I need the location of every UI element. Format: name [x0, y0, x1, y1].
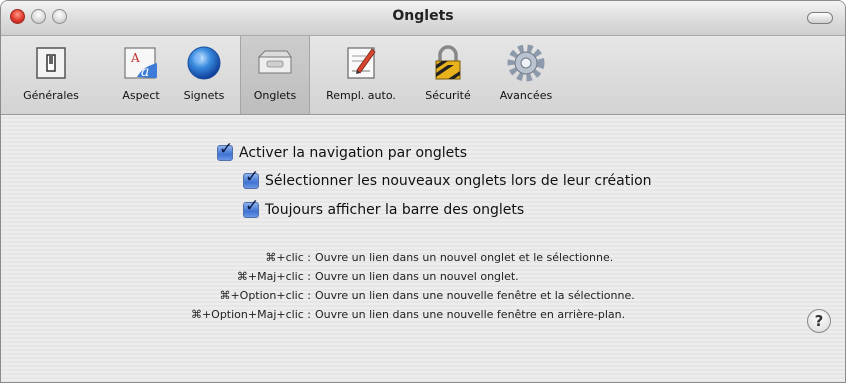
shortcut-row: ⌘+Option+Maj+clic : Ouvre un lien dans u…: [1, 308, 845, 324]
toolbar-label: Signets: [183, 89, 225, 102]
toolbar-label: Rempl. auto.: [326, 89, 396, 102]
gear-icon: [506, 43, 546, 83]
toolbar-label: Sécurité: [425, 89, 471, 102]
pencil-form-icon: [341, 43, 381, 83]
always-show-tab-bar-label: Toujours afficher la barre des onglets: [265, 202, 525, 218]
shortcut-description: Ouvre un lien dans un nouvel onglet et l…: [315, 251, 614, 264]
tabs-icon: [255, 43, 295, 83]
shortcut-keys: ⌘+Maj+clic :: [236, 270, 311, 283]
shortcut-row: ⌘+Maj+clic : Ouvre un lien dans un nouve…: [1, 270, 845, 286]
shortcut-row: ⌘+clic : Ouvre un lien dans un nouvel on…: [1, 251, 845, 267]
shortcut-keys: ⌘+clic :: [265, 251, 311, 264]
toolbar-toggle-button[interactable]: [807, 12, 833, 24]
select-new-tabs-label: Sélectionner les nouveaux onglets lors d…: [265, 173, 652, 189]
lock-icon: [428, 43, 468, 83]
shortcut-keys: ⌘+Option+Maj+clic :: [190, 308, 311, 321]
toolbar-item-generales[interactable]: Générales: [15, 36, 87, 114]
shortcut-description: Ouvre un lien dans une nouvelle fenêtre …: [315, 308, 626, 321]
help-button[interactable]: ?: [807, 309, 831, 333]
enable-tabs-checkbox[interactable]: ✓: [217, 141, 233, 161]
toolbar-item-avancees[interactable]: Avancées: [489, 36, 563, 114]
toolbar-label: Onglets: [253, 89, 297, 102]
toolbar-item-rempl-auto[interactable]: Rempl. auto.: [315, 36, 407, 114]
shortcut-description: Ouvre un lien dans un nouvel onglet.: [315, 270, 519, 283]
shortcut-keys: ⌘+Option+clic :: [219, 289, 311, 302]
svg-text:A: A: [130, 51, 140, 65]
always-show-tab-bar-checkbox[interactable]: ✓: [243, 198, 259, 218]
select-new-tabs-option[interactable]: ✓ Sélectionner les nouveaux onglets lors…: [243, 169, 652, 189]
font-icon: A a: [121, 43, 161, 83]
toolbar-item-signets[interactable]: Signets: [175, 36, 233, 114]
content-pane: ✓ Activer la navigation par onglets ✓ Sé…: [1, 115, 845, 382]
toolbar-label: Générales: [23, 89, 79, 102]
toolbar-item-aspect[interactable]: A a Aspect: [113, 36, 169, 114]
select-new-tabs-checkbox[interactable]: ✓: [243, 169, 259, 189]
svg-text:a: a: [141, 64, 149, 80]
shortcut-row: ⌘+Option+clic : Ouvre un lien dans une n…: [1, 289, 845, 305]
window-title: Onglets: [392, 8, 454, 24]
preferences-toolbar: Générales A a Aspect Signets Onglets Rem…: [1, 36, 845, 115]
globe-icon: [184, 43, 224, 83]
always-show-tab-bar-option[interactable]: ✓ Toujours afficher la barre des onglets: [243, 198, 525, 218]
enable-tabs-label: Activer la navigation par onglets: [239, 145, 468, 161]
title-bar[interactable]: Onglets: [1, 1, 845, 36]
toolbar-item-securite[interactable]: Sécurité: [417, 36, 479, 114]
toolbar-label: Aspect: [122, 89, 160, 102]
enable-tabs-option[interactable]: ✓ Activer la navigation par onglets: [217, 141, 468, 161]
preferences-window: Onglets Générales A a Aspect Signets Ong…: [0, 0, 846, 383]
switch-icon: [31, 43, 71, 83]
shortcut-description: Ouvre un lien dans une nouvelle fenêtre …: [315, 289, 635, 302]
toolbar-item-onglets[interactable]: Onglets: [240, 36, 310, 114]
toolbar-label: Avancées: [499, 89, 553, 102]
